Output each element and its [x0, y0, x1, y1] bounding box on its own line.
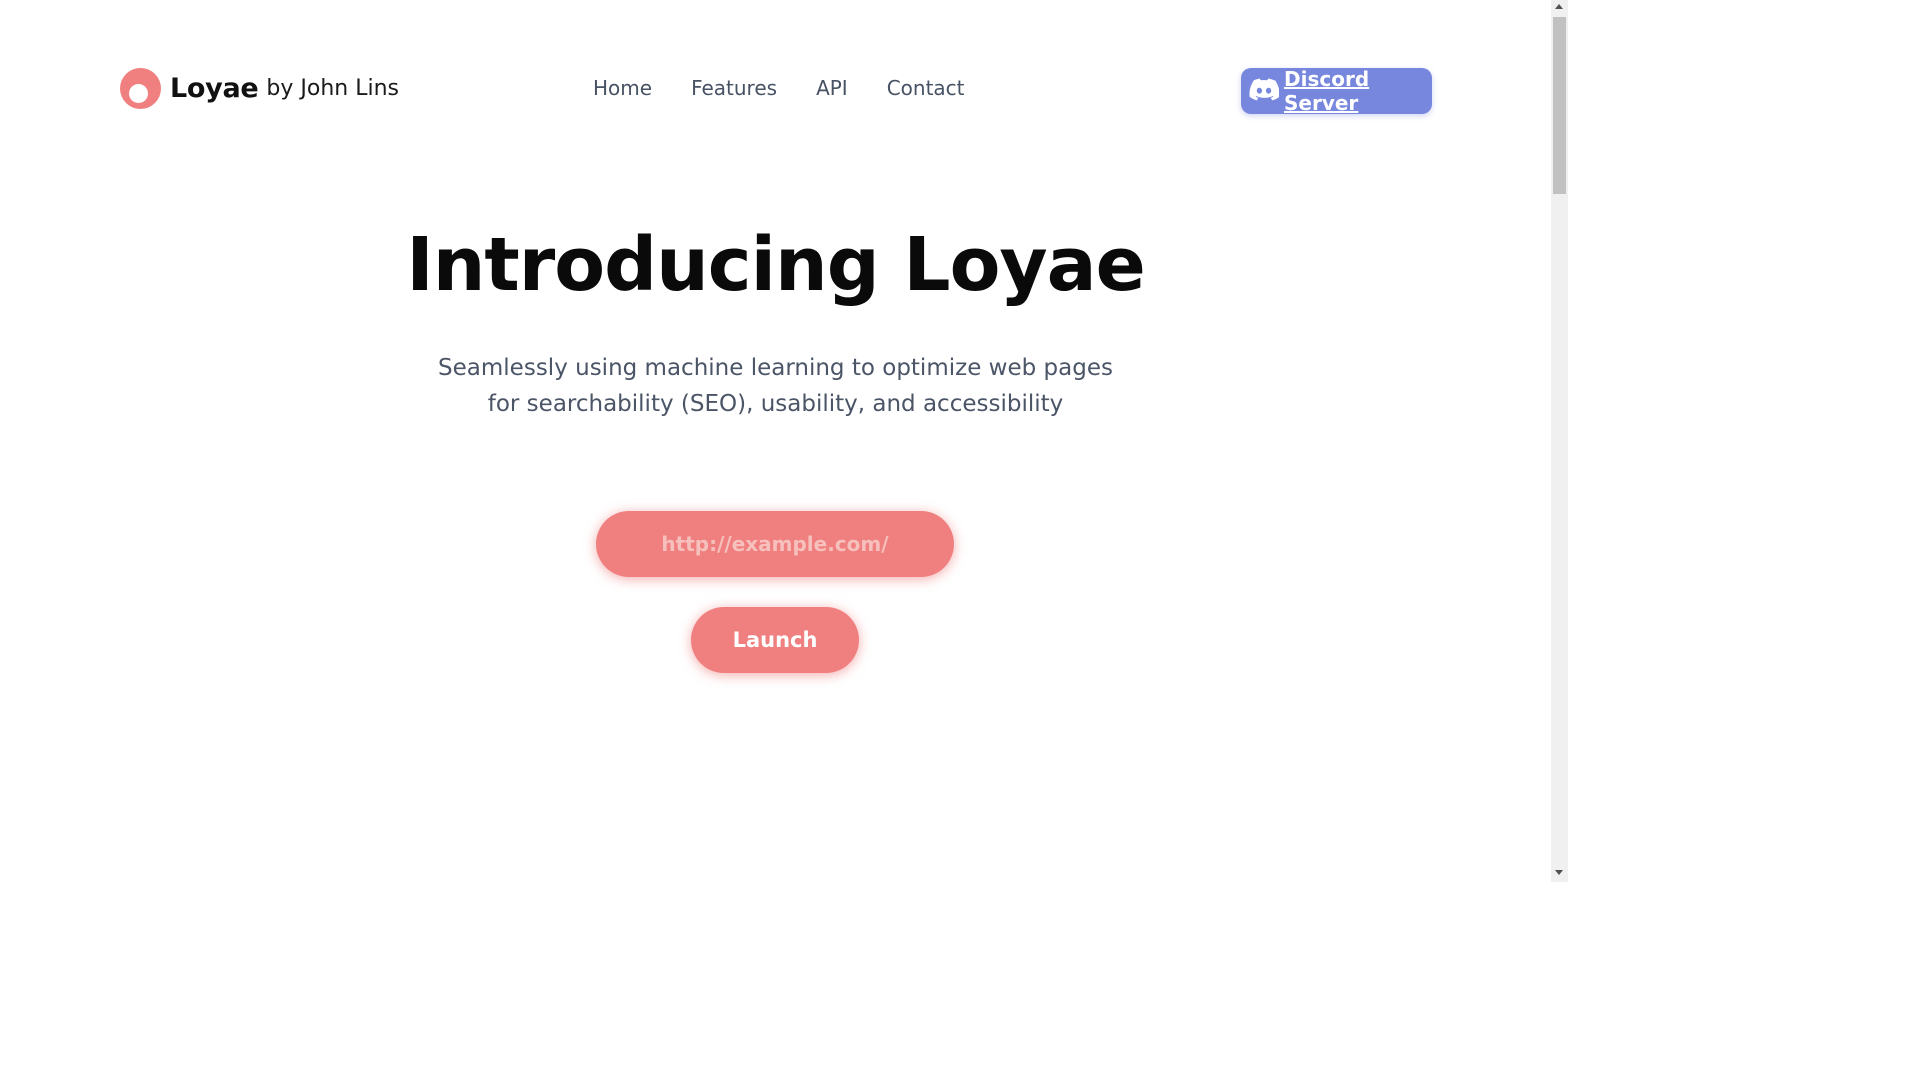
- discord-button-label: Discord Server: [1284, 67, 1370, 115]
- logo-circle-icon: [120, 68, 161, 109]
- scroll-down-arrow-icon[interactable]: [1555, 870, 1563, 875]
- hero-subtitle-line-2: for searchability (SEO), usability, and …: [487, 391, 1064, 417]
- hero-title: Introducing Loyae: [406, 222, 1146, 308]
- nav-features[interactable]: Features: [691, 76, 777, 100]
- logo[interactable]: Loyae by John Lins: [120, 68, 399, 109]
- url-input[interactable]: [596, 511, 954, 577]
- hero-subtitle-line-1: Seamlessly using machine learning to opt…: [438, 355, 1113, 381]
- brand-name: Loyae: [170, 73, 259, 104]
- scrollbar-thumb[interactable]: [1553, 17, 1566, 194]
- discord-server-button[interactable]: Discord Server: [1241, 67, 1432, 115]
- main-nav: Home Features API Contact: [593, 76, 965, 100]
- discord-icon: [1249, 77, 1280, 105]
- hero-subtitle: Seamlessly using machine learning to opt…: [0, 350, 1551, 422]
- vertical-scrollbar[interactable]: [1551, 0, 1568, 882]
- nav-contact[interactable]: Contact: [887, 76, 965, 100]
- logo-dot: [129, 84, 148, 103]
- brand-byline: by John Lins: [266, 76, 399, 101]
- scroll-up-arrow-icon[interactable]: [1555, 4, 1563, 9]
- nav-home[interactable]: Home: [593, 76, 652, 100]
- nav-api[interactable]: API: [816, 76, 848, 100]
- page: Loyae by John Lins Home Features API Con…: [0, 0, 1551, 882]
- launch-button[interactable]: Launch: [691, 607, 859, 673]
